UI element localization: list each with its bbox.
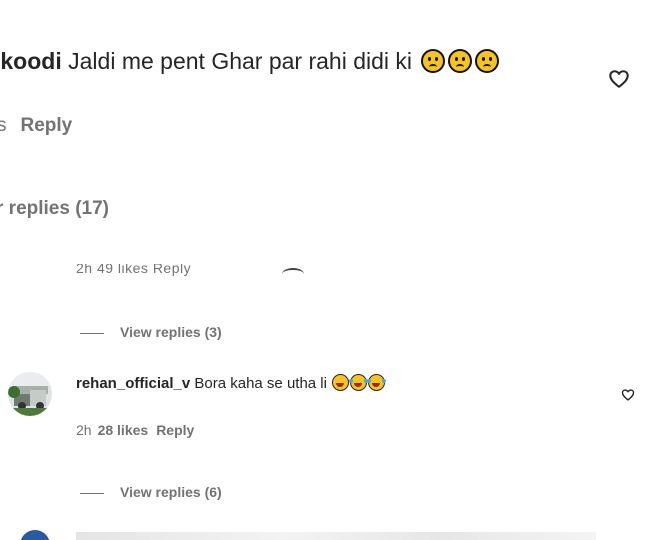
reply-button[interactable]: Reply [156,422,194,438]
comment-username[interactable]: rehan_official_v [76,375,190,392]
face-savoring-food-emoji-icon [332,374,350,391]
view-replies-button[interactable]: View replies (3) [80,324,222,340]
sad-face-emoji-icon [475,49,500,73]
avatar[interactable] [20,530,50,540]
comments-panel: ikoodi Jaldi me pent Ghar par rahi didi … [0,0,650,540]
likes-count[interactable]: 28 likes [98,422,149,438]
view-replies-label: View replies (6) [120,484,222,500]
comment-meta: s Reply [0,115,72,137]
rolling-laughing-emoji-icon [367,374,386,391]
avatar[interactable] [8,372,52,416]
view-replies-button[interactable]: View replies (6) [80,484,222,500]
sad-face-emoji-icon [448,49,473,73]
rolling-laughing-emoji-icon [349,374,368,391]
cutoff-row: 2h 49 likes Reply [0,264,650,278]
sad-face-emoji-icon [421,49,446,73]
cutoff-meta: 2h 49 likes Reply [76,264,192,276]
comment-username[interactable]: ikoodi [0,48,62,74]
cutoff-comment-row [76,532,596,540]
comment-text-row: rehan_official_v Bora kaha se utha li [76,374,386,392]
comment-text-row: ikoodi Jaldi me pent Ghar par rahi didi … [0,48,500,75]
view-replies-button[interactable]: r replies (17) [0,198,109,220]
comment-meta: 2h 28 likes Reply [76,422,194,438]
cutoff-icon [282,268,304,278]
comment-text: Bora kaha se utha li [194,375,327,392]
comment-time: 2h [76,422,92,438]
avatar-image [8,372,52,416]
divider-line [80,492,104,494]
comment-time: s [0,115,7,136]
like-heart-icon[interactable] [621,388,635,402]
like-heart-icon[interactable] [608,68,630,90]
view-replies-label: View replies (3) [120,324,222,340]
divider-line [80,332,104,334]
comment-text: Jaldi me pent Ghar par rahi didi ki [68,48,413,74]
reply-button[interactable]: Reply [21,115,73,136]
